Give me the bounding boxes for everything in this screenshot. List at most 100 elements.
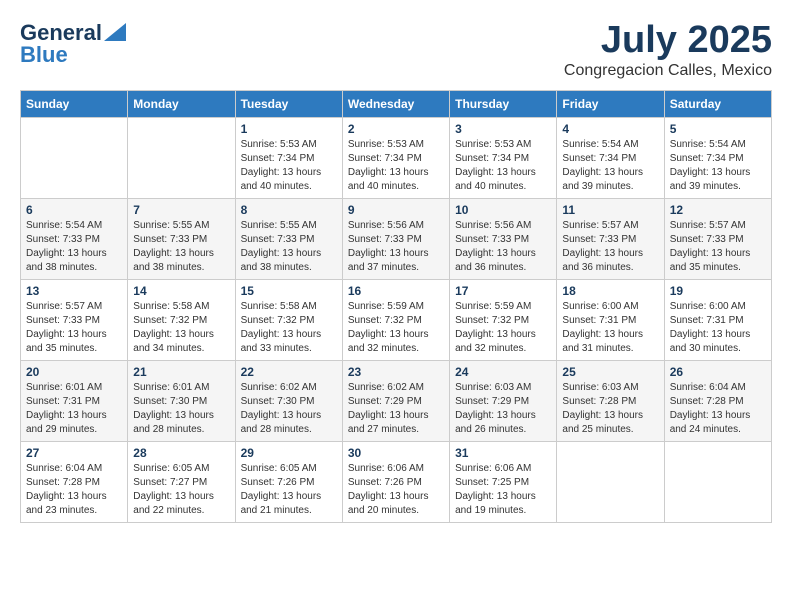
day-cell-22: 22 Sunrise: 6:02 AMSunset: 7:30 PMDayligh… bbox=[235, 360, 342, 441]
day-number: 6 bbox=[26, 203, 122, 217]
day-cell-31: 31 Sunrise: 6:06 AMSunset: 7:25 PMDayligh… bbox=[450, 441, 557, 522]
daylight-text: Daylight: 13 hours and 38 minutes. bbox=[133, 247, 229, 275]
day-number: 9 bbox=[348, 203, 444, 217]
sunset-text: Sunset: 7:34 PM bbox=[455, 152, 551, 166]
sunset-text: Sunset: 7:28 PM bbox=[562, 395, 658, 409]
daylight-text: Daylight: 13 hours and 29 minutes. bbox=[26, 409, 122, 437]
daylight-text: Daylight: 13 hours and 36 minutes. bbox=[562, 247, 658, 275]
day-number: 21 bbox=[133, 365, 229, 379]
day-cell-10: 10Sunrise: 5:56 AMSunset: 7:33 PMDayligh… bbox=[450, 198, 557, 279]
day-number: 12 bbox=[670, 203, 766, 217]
day-cell-1: 1 Sunrise: 5:53 AMSunset: 7:34 PMDaylight… bbox=[235, 117, 342, 198]
daylight-text: Daylight: 13 hours and 38 minutes. bbox=[26, 247, 122, 275]
sunrise-text: Sunrise: 5:55 AM bbox=[133, 219, 229, 233]
logo-icon bbox=[104, 23, 126, 41]
daylight-text: Daylight: 13 hours and 26 minutes. bbox=[455, 409, 551, 437]
day-number: 13 bbox=[26, 284, 122, 298]
sunrise-text: Sunrise: 6:06 AM bbox=[348, 462, 444, 476]
sunrise-text: Sunrise: 5:57 AM bbox=[670, 219, 766, 233]
day-number: 3 bbox=[455, 122, 551, 136]
day-info: Sunrise: 5:57 AMSunset: 7:33 PMDaylight:… bbox=[562, 219, 658, 275]
sunset-text: Sunset: 7:34 PM bbox=[562, 152, 658, 166]
daylight-text: Daylight: 13 hours and 20 minutes. bbox=[348, 490, 444, 518]
daylight-text: Daylight: 13 hours and 27 minutes. bbox=[348, 409, 444, 437]
day-info: Sunrise: 6:05 AMSunset: 7:26 PMDaylight:… bbox=[241, 462, 337, 518]
sunrise-text: Sunrise: 5:59 AM bbox=[455, 300, 551, 314]
daylight-text: Daylight: 13 hours and 30 minutes. bbox=[670, 328, 766, 356]
day-number: 28 bbox=[133, 446, 229, 460]
week-row-3: 13 Sunrise: 5:57 AMSunset: 7:33 PMDayligh… bbox=[21, 279, 772, 360]
sunrise-text: Sunrise: 5:58 AM bbox=[241, 300, 337, 314]
day-number: 27 bbox=[26, 446, 122, 460]
sunset-text: Sunset: 7:34 PM bbox=[348, 152, 444, 166]
day-number: 1 bbox=[241, 122, 337, 136]
calendar-subtitle: Congregacion Calles, Mexico bbox=[564, 62, 772, 80]
sunrise-text: Sunrise: 6:04 AM bbox=[26, 462, 122, 476]
weekday-header-friday: Friday bbox=[557, 90, 664, 117]
day-info: Sunrise: 6:02 AMSunset: 7:29 PMDaylight:… bbox=[348, 381, 444, 437]
day-number: 31 bbox=[455, 446, 551, 460]
day-info: Sunrise: 5:58 AMSunset: 7:32 PMDaylight:… bbox=[133, 300, 229, 356]
daylight-text: Daylight: 13 hours and 36 minutes. bbox=[455, 247, 551, 275]
sunset-text: Sunset: 7:29 PM bbox=[348, 395, 444, 409]
day-info: Sunrise: 5:54 AMSunset: 7:34 PMDaylight:… bbox=[670, 138, 766, 194]
day-cell-28: 28Sunrise: 6:05 AMSunset: 7:27 PMDayligh… bbox=[128, 441, 235, 522]
daylight-text: Daylight: 13 hours and 35 minutes. bbox=[26, 328, 122, 356]
sunrise-text: Sunrise: 6:00 AM bbox=[562, 300, 658, 314]
day-cell-21: 21Sunrise: 6:01 AMSunset: 7:30 PMDayligh… bbox=[128, 360, 235, 441]
weekday-header-monday: Monday bbox=[128, 90, 235, 117]
day-info: Sunrise: 6:02 AMSunset: 7:30 PMDaylight:… bbox=[241, 381, 337, 437]
day-cell-7: 7Sunrise: 5:55 AMSunset: 7:33 PMDaylight… bbox=[128, 198, 235, 279]
day-number: 30 bbox=[348, 446, 444, 460]
sunset-text: Sunset: 7:33 PM bbox=[241, 233, 337, 247]
day-info: Sunrise: 5:55 AMSunset: 7:33 PMDaylight:… bbox=[241, 219, 337, 275]
sunrise-text: Sunrise: 6:02 AM bbox=[348, 381, 444, 395]
day-info: Sunrise: 5:59 AMSunset: 7:32 PMDaylight:… bbox=[455, 300, 551, 356]
day-info: Sunrise: 6:06 AMSunset: 7:25 PMDaylight:… bbox=[455, 462, 551, 518]
empty-cell bbox=[128, 117, 235, 198]
sunset-text: Sunset: 7:31 PM bbox=[26, 395, 122, 409]
day-cell-2: 2Sunrise: 5:53 AMSunset: 7:34 PMDaylight… bbox=[342, 117, 449, 198]
sunset-text: Sunset: 7:30 PM bbox=[241, 395, 337, 409]
sunset-text: Sunset: 7:32 PM bbox=[348, 314, 444, 328]
sunrise-text: Sunrise: 5:54 AM bbox=[670, 138, 766, 152]
day-cell-5: 5 Sunrise: 5:54 AMSunset: 7:34 PMDaylight… bbox=[664, 117, 771, 198]
day-number: 26 bbox=[670, 365, 766, 379]
day-info: Sunrise: 6:01 AMSunset: 7:31 PMDaylight:… bbox=[26, 381, 122, 437]
daylight-text: Daylight: 13 hours and 23 minutes. bbox=[26, 490, 122, 518]
day-number: 2 bbox=[348, 122, 444, 136]
daylight-text: Daylight: 13 hours and 35 minutes. bbox=[670, 247, 766, 275]
day-cell-6: 6Sunrise: 5:54 AMSunset: 7:33 PMDaylight… bbox=[21, 198, 128, 279]
day-cell-24: 24Sunrise: 6:03 AMSunset: 7:29 PMDayligh… bbox=[450, 360, 557, 441]
day-cell-14: 14Sunrise: 5:58 AMSunset: 7:32 PMDayligh… bbox=[128, 279, 235, 360]
sunrise-text: Sunrise: 5:56 AM bbox=[348, 219, 444, 233]
day-number: 22 bbox=[241, 365, 337, 379]
daylight-text: Daylight: 13 hours and 39 minutes. bbox=[562, 166, 658, 194]
day-number: 10 bbox=[455, 203, 551, 217]
day-info: Sunrise: 5:57 AMSunset: 7:33 PMDaylight:… bbox=[26, 300, 122, 356]
day-cell-26: 26 Sunrise: 6:04 AMSunset: 7:28 PMDayligh… bbox=[664, 360, 771, 441]
daylight-text: Daylight: 13 hours and 19 minutes. bbox=[455, 490, 551, 518]
day-cell-25: 25Sunrise: 6:03 AMSunset: 7:28 PMDayligh… bbox=[557, 360, 664, 441]
sunrise-text: Sunrise: 5:53 AM bbox=[455, 138, 551, 152]
sunrise-text: Sunrise: 5:53 AM bbox=[348, 138, 444, 152]
day-number: 5 bbox=[670, 122, 766, 136]
day-cell-18: 18Sunrise: 6:00 AMSunset: 7:31 PMDayligh… bbox=[557, 279, 664, 360]
day-number: 17 bbox=[455, 284, 551, 298]
sunset-text: Sunset: 7:32 PM bbox=[241, 314, 337, 328]
day-number: 19 bbox=[670, 284, 766, 298]
empty-cell bbox=[664, 441, 771, 522]
week-row-4: 20Sunrise: 6:01 AMSunset: 7:31 PMDayligh… bbox=[21, 360, 772, 441]
day-info: Sunrise: 5:56 AMSunset: 7:33 PMDaylight:… bbox=[348, 219, 444, 275]
sunset-text: Sunset: 7:33 PM bbox=[26, 233, 122, 247]
day-info: Sunrise: 6:04 AMSunset: 7:28 PMDaylight:… bbox=[670, 381, 766, 437]
sunrise-text: Sunrise: 6:02 AM bbox=[241, 381, 337, 395]
day-cell-30: 30Sunrise: 6:06 AMSunset: 7:26 PMDayligh… bbox=[342, 441, 449, 522]
sunrise-text: Sunrise: 5:58 AM bbox=[133, 300, 229, 314]
day-info: Sunrise: 6:00 AMSunset: 7:31 PMDaylight:… bbox=[670, 300, 766, 356]
sunrise-text: Sunrise: 6:05 AM bbox=[241, 462, 337, 476]
day-info: Sunrise: 5:53 AMSunset: 7:34 PMDaylight:… bbox=[241, 138, 337, 194]
sunrise-text: Sunrise: 6:05 AM bbox=[133, 462, 229, 476]
day-info: Sunrise: 6:03 AMSunset: 7:28 PMDaylight:… bbox=[562, 381, 658, 437]
sunset-text: Sunset: 7:31 PM bbox=[670, 314, 766, 328]
